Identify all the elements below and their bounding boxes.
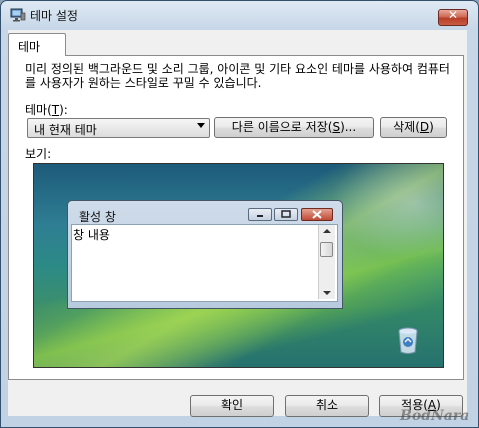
ok-button[interactable]: 확인 [190, 395, 274, 417]
window-title: 테마 설정 [30, 9, 78, 23]
tab-theme-label: 테마 [18, 40, 41, 54]
preview-window-text: 창 내용 [73, 228, 110, 242]
recycle-bin-icon [398, 327, 418, 354]
scroll-up-icon [323, 229, 331, 233]
title-bar[interactable]: 테마 설정 ✕ [1, 1, 478, 29]
delete-button[interactable]: 삭제(D) [380, 117, 447, 138]
theme-label-suffix: ): [59, 103, 68, 117]
scroll-down-icon [323, 291, 331, 295]
delete-accesskey: D [419, 120, 430, 134]
preview-scrollbar [318, 225, 335, 299]
theme-label-accesskey: T [51, 103, 60, 117]
close-icon: ✕ [447, 8, 459, 22]
theme-label-prefix: 테마( [25, 103, 52, 117]
minimize-icon [248, 208, 272, 221]
delete-suffix: ) [429, 120, 434, 134]
theme-select[interactable]: 내 현재 테마 [27, 118, 210, 138]
save-as-button[interactable]: 다른 이름으로 저장(S)... [214, 117, 374, 138]
theme-label: 테마(T): [25, 101, 68, 118]
save-as-accesskey: S [332, 120, 341, 134]
theme-description: 미리 정의된 백그라운드 및 소리 그룹, 아이콘 및 기타 요소인 테마를 사… [25, 62, 450, 90]
display-settings-icon [10, 8, 26, 22]
preview-window-content [71, 224, 338, 302]
cancel-button[interactable]: 취소 [285, 395, 369, 417]
save-as-suffix: )... [340, 120, 357, 134]
theme-select-value: 내 현재 테마 [34, 123, 97, 137]
close-button[interactable]: ✕ [438, 8, 468, 26]
maximize-icon [274, 208, 298, 221]
scroll-thumb [320, 242, 333, 257]
tab-theme[interactable]: 테마 [8, 33, 66, 56]
save-as-prefix: 다른 이름으로 저장( [231, 120, 333, 134]
chevron-down-icon [197, 123, 205, 128]
preview-label: 보기: [25, 147, 52, 161]
delete-prefix: 삭제( [393, 120, 420, 134]
watermark-logo: BodNara [400, 408, 470, 424]
preview-window-title: 활성 창 [79, 210, 116, 224]
preview-close-icon [301, 208, 333, 221]
